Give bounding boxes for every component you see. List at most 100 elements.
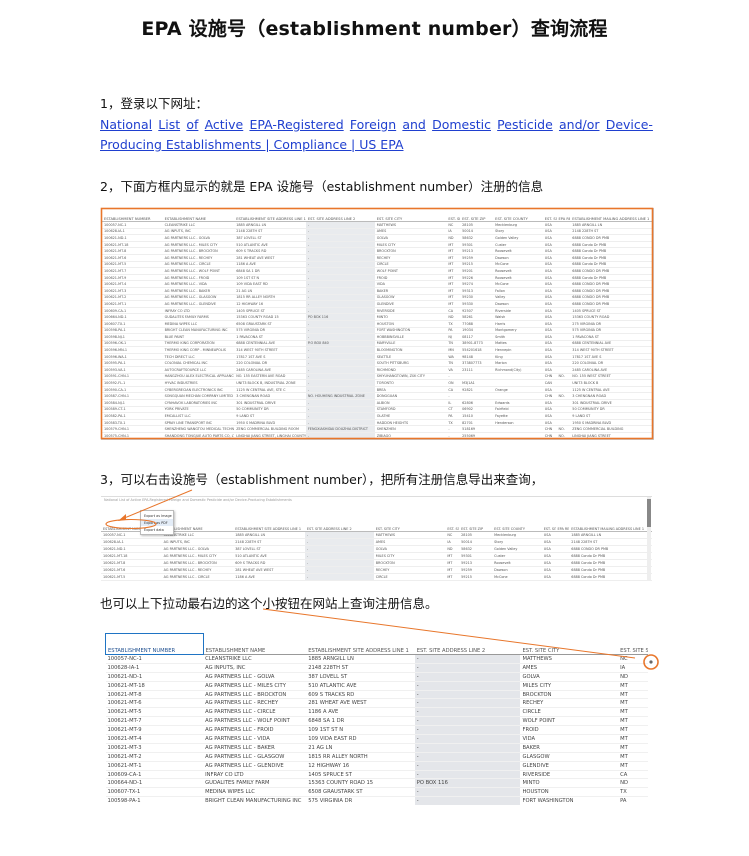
table-cell[interactable]: 100621-MT-6 <box>105 698 204 709</box>
epa-link-line-2[interactable]: Producing Establishments | Compliance | … <box>100 135 653 155</box>
column-header[interactable]: EST. SITE COUN. <box>542 209 557 222</box>
table-cell[interactable]: 100587-CHN-1 <box>102 392 163 401</box>
table-cell[interactable]: 100583-TX-1 <box>102 419 163 427</box>
table-cell[interactable]: 100621-MT-6 <box>102 254 163 262</box>
context-menu-item[interactable]: Export as Image <box>141 512 173 519</box>
epa-link-word[interactable]: List <box>158 115 180 135</box>
table-cell[interactable]: 100621-MT-8 <box>105 690 204 700</box>
column-header[interactable]: EST. SITE ZIP <box>459 521 493 532</box>
column-header[interactable]: ESTABLISHMENT MAILING ADDRESS LINE 1 <box>570 209 653 222</box>
table-cell[interactable]: 100621-MT-2 <box>105 752 204 762</box>
table-cell[interactable]: 100598-NJ-1 <box>102 333 163 341</box>
table-cell[interactable]: 100575-CHN-1 <box>102 432 163 439</box>
table-cell[interactable]: 100592-FL-1 <box>102 379 163 387</box>
table-cell[interactable]: 100621-MT-7 <box>102 267 163 275</box>
table-cell[interactable]: 100621-MT-2 <box>102 294 163 302</box>
table-cell[interactable]: 100589-CT-1 <box>102 406 163 414</box>
column-header[interactable]: EST. SITE CITY <box>520 633 619 655</box>
column-header[interactable]: EPA REG. <box>555 521 570 532</box>
table-cell[interactable]: 100621-MT-3 <box>105 743 204 753</box>
table-cell[interactable]: 100596-MN-1 <box>102 346 163 354</box>
epa-link-word[interactable]: Domestic <box>432 115 491 135</box>
table-cell[interactable]: 100621-ND-1 <box>101 545 162 553</box>
table-cell[interactable]: 100621-MT-9 <box>102 274 163 282</box>
table-cell[interactable]: 100628-IA-1 <box>101 538 162 546</box>
epa-link-text[interactable]: Producing Establishments | Compliance | … <box>100 137 404 152</box>
scrollbar-thumb[interactable] <box>647 499 651 527</box>
table-cell[interactable]: 100621-MT-9 <box>105 725 204 736</box>
table-cell[interactable]: 100596-OK-1 <box>102 340 163 348</box>
context-menu[interactable]: Export as Image Export as PDF Export data <box>140 510 174 535</box>
epa-link-word[interactable]: Device- <box>606 115 653 135</box>
column-header[interactable]: EST. SITE COUN. <box>541 521 556 532</box>
table-cell[interactable]: 100057-NC-1 <box>102 221 163 229</box>
epa-link-word[interactable]: EPA-Registered <box>249 115 343 135</box>
context-menu-item[interactable]: Export as PDF <box>141 519 173 526</box>
column-header[interactable]: ESTABLISHMENT NUMBER <box>102 209 163 222</box>
table-cell[interactable]: 100621-ND-1 <box>102 234 163 242</box>
column-header[interactable]: ESTABLISHMENT NUMBER <box>105 633 204 655</box>
table-cell[interactable]: 100621-MT-7 <box>101 580 162 581</box>
table-cell[interactable]: 100621-MT-18 <box>101 552 162 560</box>
table-cell[interactable]: 100590-CA-1 <box>102 386 163 394</box>
table-cell[interactable]: 100595-PA-1 <box>102 359 163 368</box>
column-header[interactable]: EST. SITE ZIP <box>460 209 494 222</box>
table-cell[interactable]: 100596-WA-1 <box>102 353 163 361</box>
table-cell[interactable]: 100574-CA-1 <box>102 439 163 440</box>
epa-link-word[interactable]: and <box>402 115 426 135</box>
table-cell[interactable]: 100621-MT-8 <box>101 559 162 567</box>
column-header[interactable]: EST. SITE STATE <box>446 209 461 222</box>
table-cell[interactable]: 100609-CA-1 <box>102 307 163 315</box>
epa-link-word[interactable]: of <box>186 115 198 135</box>
column-header[interactable]: EST. SITE STATE <box>618 633 648 655</box>
table-cell[interactable]: 100582-PA-1 <box>102 412 163 420</box>
table-cell[interactable]: 100607-TX-1 <box>102 320 163 328</box>
epa-link-word[interactable]: and/or <box>559 115 600 135</box>
epa-link-line-1[interactable]: National List of Active EPA-Registered Foreig… <box>100 115 653 135</box>
epa-link-word[interactable]: Active <box>205 115 244 135</box>
table-cell[interactable]: 100664-ND-1 <box>105 778 204 789</box>
column-header[interactable]: ESTABLISHMENT SITE ADDRESS LINE 1 <box>306 633 415 655</box>
table-cell[interactable]: 100621-MT-4 <box>102 280 163 288</box>
table-cell[interactable]: 100598-PA-1 <box>105 796 204 805</box>
table-cell[interactable]: 100579-CHN-1 <box>102 425 163 433</box>
table-cell[interactable]: 100628-IA-1 <box>102 228 163 236</box>
table-cell[interactable]: 100621-MT-5 <box>101 573 162 581</box>
column-header[interactable]: EST. SITE ADDRESS LINE 2 <box>414 633 521 655</box>
epa-link-word[interactable]: Foreign <box>350 115 396 135</box>
column-header[interactable]: ESTABLISHMENT SITE ADDRESS LINE 1 <box>233 521 305 532</box>
epa-link-word[interactable]: National <box>100 115 152 135</box>
table-cell[interactable]: 100609-CA-1 <box>105 770 204 780</box>
scrollbar[interactable] <box>647 497 651 581</box>
table-cell[interactable]: 100621-MT-4 <box>105 734 204 744</box>
table-cell[interactable]: 100057-NC-1 <box>105 654 204 664</box>
table-cell[interactable]: 100621-ND-1 <box>105 672 204 682</box>
scroll-button-dot[interactable] <box>649 660 653 664</box>
table-cell[interactable]: 100598-PA-1 <box>102 327 163 335</box>
column-header[interactable]: EST. SITE COUNTY <box>492 521 542 532</box>
table-cell[interactable]: 100621-MT-3 <box>102 287 163 295</box>
table-cell[interactable]: 100664-ND-1 <box>102 313 163 321</box>
column-header[interactable]: ESTABLISHMENT NAME <box>162 209 235 222</box>
table-cell[interactable]: 100591-CHN-1 <box>102 373 163 381</box>
column-header[interactable]: ESTABLISHMENT NAME <box>203 633 307 655</box>
table-cell[interactable]: 100621-MT-18 <box>102 241 163 249</box>
column-header[interactable]: ESTABLISHMENT MAILING ADDRESS LINE 1 <box>569 521 652 532</box>
table-cell[interactable]: 100607-TX-1 <box>105 787 204 798</box>
table-cell[interactable]: 100621-MT-7 <box>105 716 204 727</box>
epa-link-word[interactable]: Pesticide <box>497 115 553 135</box>
table-cell[interactable]: 100593-VA-1 <box>102 366 163 374</box>
column-header[interactable]: EST. SITE ADDRESS LINE 2 <box>304 521 374 532</box>
table-cell[interactable]: 100584-NJ-1 <box>102 399 163 407</box>
table-cell[interactable]: 100628-IA-1 <box>105 663 204 673</box>
table-cell[interactable]: 100621-MT-5 <box>105 707 204 718</box>
table-cell[interactable]: 100621-MT-1 <box>102 300 163 308</box>
column-header[interactable]: EST. SITE CITY <box>373 521 446 532</box>
column-header[interactable]: EST. SITE STATE <box>445 521 460 532</box>
column-header[interactable]: EPA REG. <box>556 209 571 222</box>
column-header[interactable]: EST. SITE COUNTY <box>493 209 543 222</box>
column-header[interactable]: EST. SITE ADDRESS LINE 2 <box>305 209 375 222</box>
table-cell[interactable]: 100621-MT-5 <box>102 261 163 269</box>
table-cell[interactable]: 100621-MT-1 <box>105 761 204 771</box>
table-cell[interactable]: 100621-MT-18 <box>105 681 204 691</box>
